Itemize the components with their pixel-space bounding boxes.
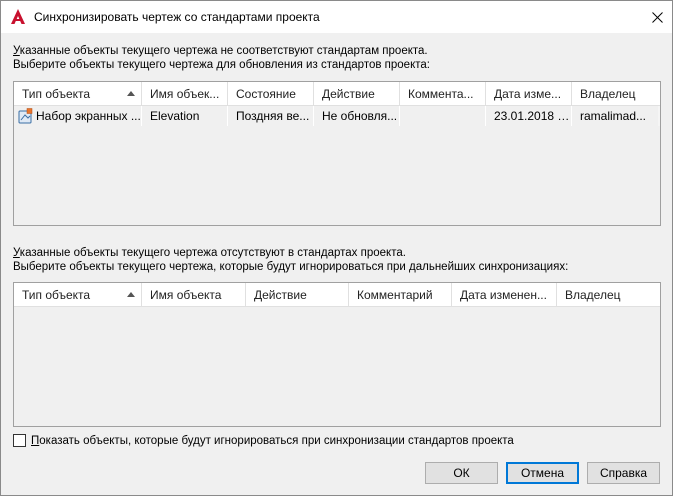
- grid2-col-date[interactable]: Дата изменен...: [452, 283, 557, 307]
- checkbox-label-text: оказать объекты, которые будут игнориров…: [39, 434, 514, 447]
- grid1-col-owner[interactable]: Владелец: [572, 82, 660, 106]
- row-type-text: Набор экранных ...: [36, 109, 141, 123]
- window-title: Синхронизировать чертеж со стандартами п…: [34, 10, 320, 24]
- show-ignored-checkbox[interactable]: [13, 434, 26, 447]
- help-button[interactable]: Справка: [587, 462, 660, 484]
- grid2-col-comment[interactable]: Комментарий: [349, 283, 452, 307]
- show-ignored-checkbox-row[interactable]: Показать объекты, которые будут игнориро…: [13, 434, 514, 447]
- show-ignored-label: Показать объекты, которые будут игнориро…: [31, 435, 514, 447]
- section1-description-line1: Указанные объекты текущего чертежа не со…: [13, 44, 428, 58]
- close-button[interactable]: [642, 1, 672, 33]
- grid1-col-type[interactable]: Тип объекта: [14, 82, 142, 106]
- row-cell-comment: [400, 106, 486, 126]
- ok-button[interactable]: ОК: [425, 462, 498, 484]
- grid1-col-name[interactable]: Имя объек...: [142, 82, 228, 106]
- grid2-col-type-label: Тип объекта: [22, 288, 91, 302]
- section2-line1-text: казанные объекты текущего чертежа отсутс…: [19, 247, 406, 259]
- row-cell-date: 23.01.2018 1...: [486, 106, 572, 126]
- grid1-col-state[interactable]: Состояние: [228, 82, 314, 106]
- grid1-col-action[interactable]: Действие: [314, 82, 400, 106]
- grid1-header: Тип объекта Имя объек... Состояние Дейст…: [14, 82, 660, 106]
- grid2-col-owner[interactable]: Владелец: [557, 283, 660, 307]
- section1-line1-text: казанные объекты текущего чертежа не соо…: [19, 45, 428, 57]
- close-icon: [651, 11, 663, 23]
- grid2-col-type[interactable]: Тип объекта: [14, 283, 142, 307]
- section2-description-line2: Выберите объекты текущего чертежа, котор…: [13, 261, 569, 273]
- sync-dialog: Синхронизировать чертеж со стандартами п…: [0, 0, 673, 496]
- grid2-header: Тип объекта Имя объекта Действие Коммент…: [14, 283, 660, 307]
- section2-description-line1: Указанные объекты текущего чертежа отсут…: [13, 246, 406, 260]
- sort-ascending-icon: [127, 91, 135, 96]
- grid1-col-type-label: Тип объекта: [22, 87, 91, 101]
- row-cell-owner: ramalimad...: [572, 106, 658, 126]
- viewport-set-icon: [18, 108, 33, 124]
- autocad-logo-icon: [11, 9, 25, 24]
- row-cell-name: Elevation: [142, 106, 228, 126]
- grid1-col-date[interactable]: Дата изме...: [486, 82, 572, 106]
- section2-accelerator: У: [13, 247, 20, 259]
- section1-description-line2: Выберите объекты текущего чертежа для об…: [13, 59, 430, 71]
- sort-ascending-icon: [127, 292, 135, 297]
- table-row[interactable]: Набор экранных ... Elevation Поздняя ве.…: [14, 106, 660, 126]
- cancel-button[interactable]: Отмена: [506, 462, 579, 484]
- grid1-col-comment[interactable]: Коммента...: [400, 82, 486, 106]
- nonconforming-objects-grid[interactable]: Тип объекта Имя объек... Состояние Дейст…: [13, 81, 661, 226]
- missing-objects-grid[interactable]: Тип объекта Имя объекта Действие Коммент…: [13, 282, 661, 427]
- row-cell-action[interactable]: Не обновля...: [314, 106, 400, 126]
- row-cell-type: Набор экранных ...: [14, 106, 142, 126]
- grid2-col-action[interactable]: Действие: [246, 283, 349, 307]
- row-cell-state: Поздняя ве...: [228, 106, 314, 126]
- title-bar: Синхронизировать чертеж со стандартами п…: [1, 1, 672, 33]
- section1-accelerator: У: [13, 45, 20, 57]
- grid2-col-name[interactable]: Имя объекта: [142, 283, 246, 307]
